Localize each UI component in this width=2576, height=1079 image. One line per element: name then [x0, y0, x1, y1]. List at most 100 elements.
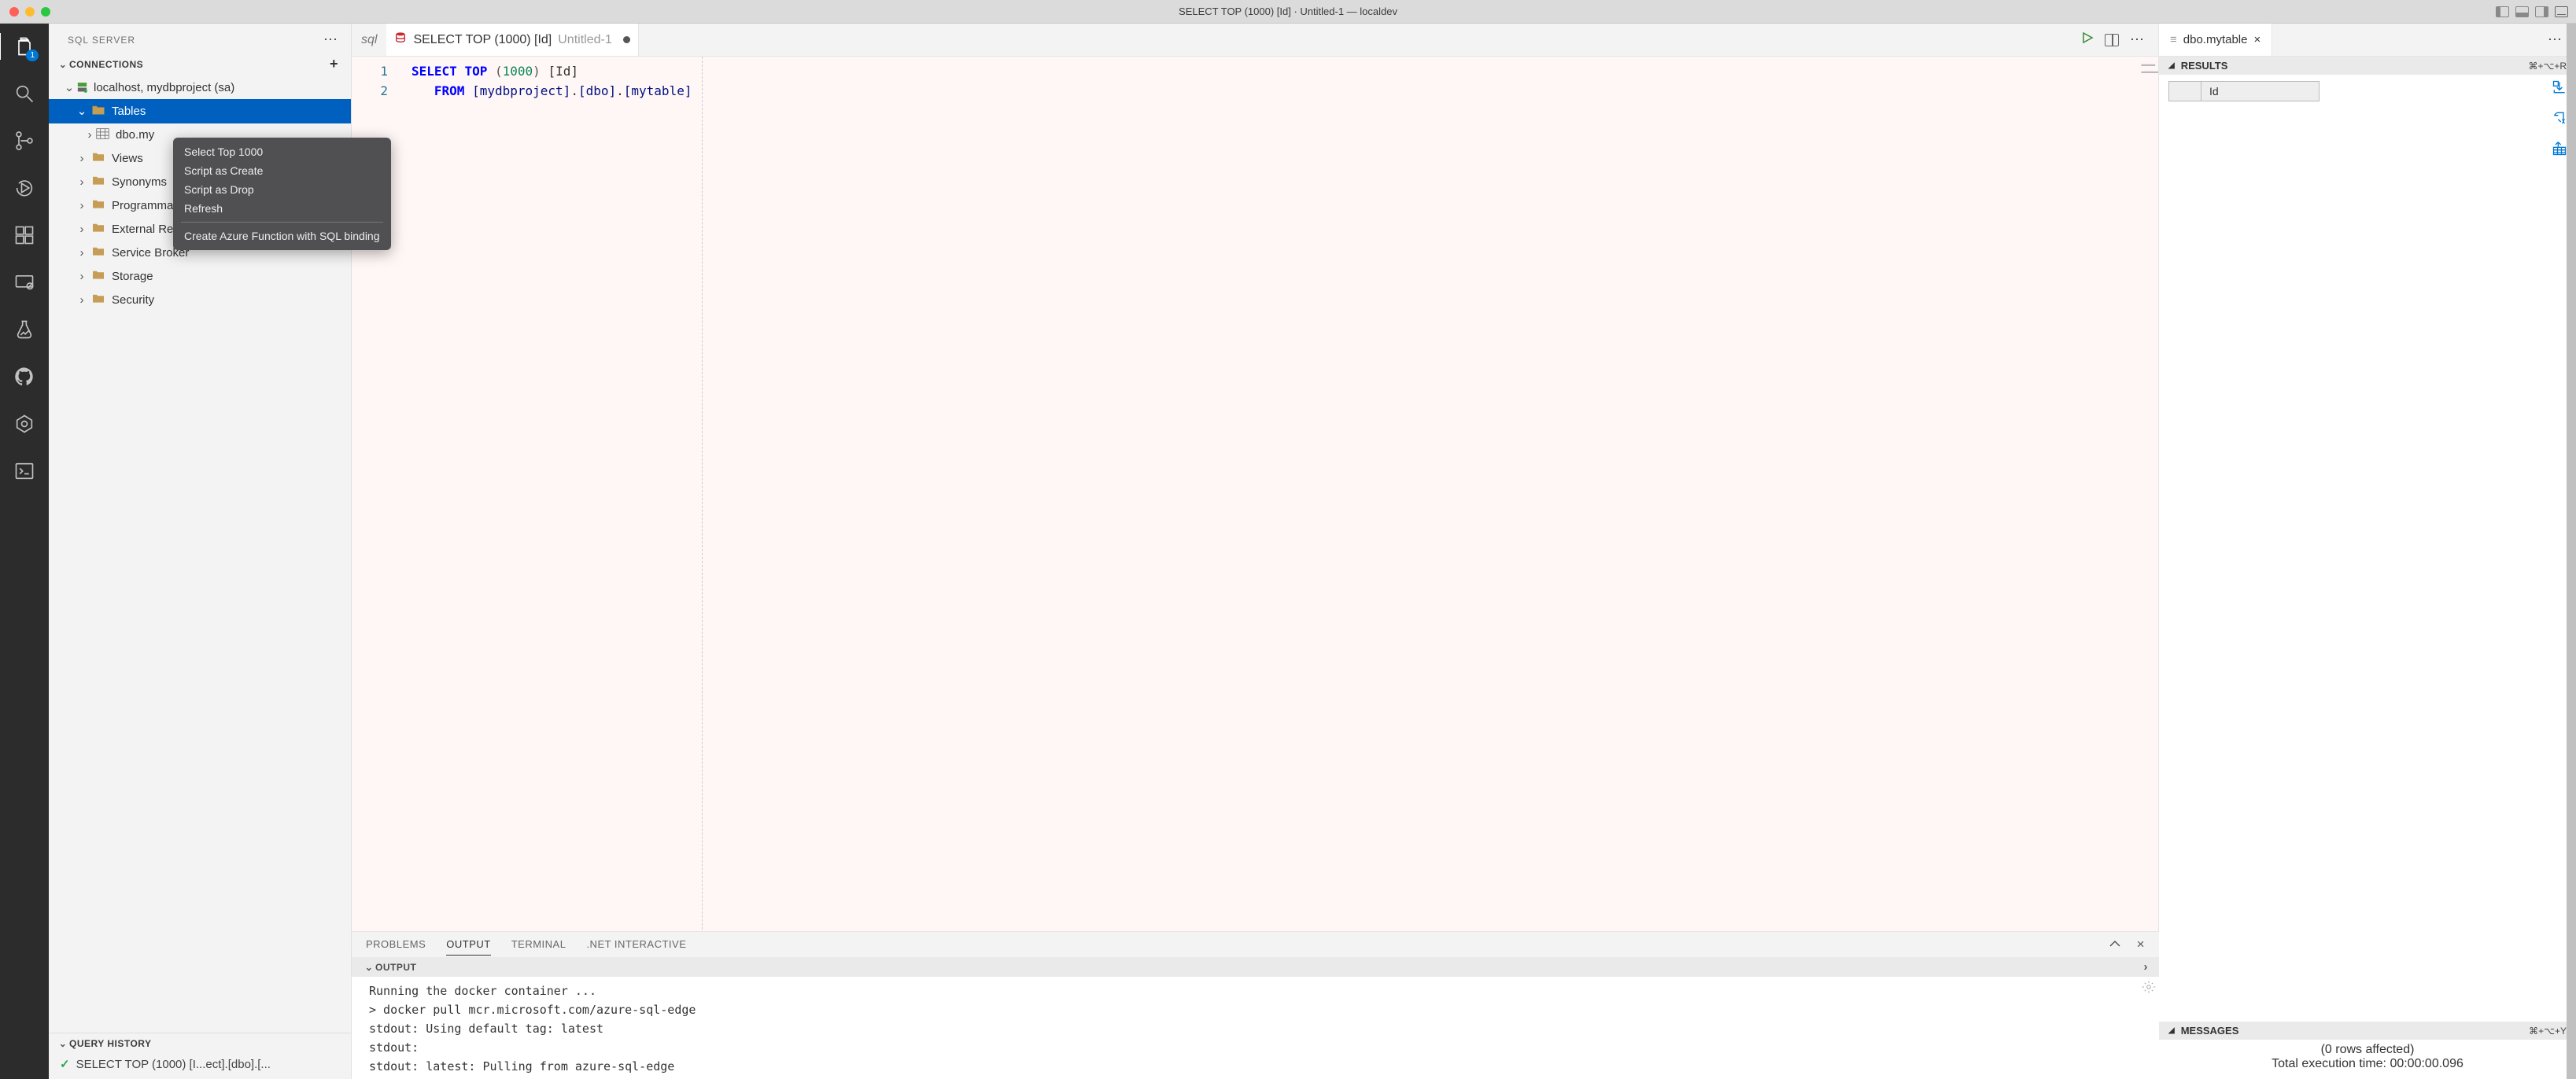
- grid-column-header[interactable]: Id: [2201, 81, 2320, 101]
- close-tab-icon[interactable]: ×: [2253, 33, 2260, 46]
- panel-tab-problems[interactable]: PROBLEMS: [366, 938, 426, 956]
- folder-icon: [91, 175, 105, 189]
- traffic-lights: [9, 7, 50, 17]
- triangle-down-icon: ◢: [2168, 1026, 2175, 1035]
- dirty-indicator: [623, 36, 630, 43]
- minimize-window-button[interactable]: [25, 7, 35, 17]
- editor-group-right: ≡ dbo.mytable × ⋯ ◢ RESULTS ⌘+⌥+R: [2159, 24, 2576, 1079]
- folder-label: Synonyms: [112, 175, 167, 189]
- gear-icon[interactable]: [2142, 980, 2156, 1000]
- folder-icon: [91, 293, 105, 307]
- github-activity[interactable]: [6, 363, 43, 390]
- context-menu-separator: [181, 222, 383, 223]
- close-window-button[interactable]: [9, 7, 19, 17]
- connection-node[interactable]: ⌄ localhost, mydbproject (sa): [49, 75, 351, 99]
- query-history-label: QUERY HISTORY: [69, 1038, 152, 1049]
- titlebar: SELECT TOP (1000) [Id] · Untitled-1 — lo…: [0, 0, 2576, 24]
- context-menu-item[interactable]: Refresh: [173, 199, 391, 218]
- results-shortcut: ⌘+⌥+R: [2528, 61, 2567, 72]
- window-title: SELECT TOP (1000) [Id] · Untitled-1 — lo…: [1179, 6, 1397, 17]
- chevron-right-icon: ›: [76, 152, 88, 165]
- panel-tab-terminal[interactable]: TERMINAL: [511, 938, 566, 956]
- context-menu-item[interactable]: Script as Drop: [173, 180, 391, 199]
- editor-group-left: sql SELECT TOP (1000) [Id] Untitled-1 ⋯: [352, 24, 2159, 1079]
- maximize-window-button[interactable]: [41, 7, 50, 17]
- list-icon: ≡: [2170, 33, 2177, 46]
- testing-activity[interactable]: [6, 316, 43, 343]
- toggle-primary-sidebar-icon[interactable]: [2496, 6, 2509, 17]
- folder-node[interactable]: ›Security: [49, 288, 351, 311]
- panel-tab-output[interactable]: OUTPUT: [446, 938, 490, 956]
- panel-close-icon[interactable]: ×: [2137, 937, 2145, 952]
- split-editor-icon[interactable]: [2105, 34, 2119, 46]
- connection-label: localhost, mydbproject (sa): [94, 81, 234, 94]
- table-icon: [96, 128, 109, 142]
- chevron-down-icon: ⌄: [363, 962, 375, 973]
- phantom-tab[interactable]: sql: [352, 33, 386, 47]
- results-scrollbar[interactable]: [2567, 24, 2576, 1079]
- editor-tabs: sql SELECT TOP (1000) [Id] Untitled-1 ⋯: [352, 24, 2158, 57]
- tab-name: SELECT TOP (1000) [Id]: [413, 33, 552, 47]
- output-line: stdout: Using default tag: latest: [369, 1019, 2142, 1038]
- query-history-item[interactable]: ✓ SELECT TOP (1000) [I...ect].[dbo].[...: [49, 1054, 351, 1079]
- context-menu-item[interactable]: Script as Create: [173, 161, 391, 180]
- line-number: 2: [352, 81, 388, 101]
- minimap[interactable]: ▬▬▬▬▬▬▬▬▬: [2141, 61, 2158, 75]
- toggle-secondary-sidebar-icon[interactable]: [2535, 6, 2548, 17]
- table-context-menu: Select Top 1000Script as CreateScript as…: [173, 138, 391, 250]
- remote-activity[interactable]: [6, 269, 43, 296]
- run-query-icon[interactable]: [2081, 31, 2094, 48]
- query-history-header[interactable]: ⌄ QUERY HISTORY: [49, 1033, 351, 1054]
- table-label: dbo.my: [116, 128, 154, 142]
- folder-icon: [91, 151, 105, 165]
- results-tab[interactable]: ≡ dbo.mytable ×: [2159, 24, 2272, 56]
- editor-tab[interactable]: SELECT TOP (1000) [Id] Untitled-1: [386, 24, 638, 56]
- context-menu-item[interactable]: Create Azure Function with SQL binding: [173, 226, 391, 245]
- output-line: > docker pull mcr.microsoft.com/azure-sq…: [369, 1000, 2142, 1019]
- kubernetes-activity[interactable]: [6, 411, 43, 437]
- source-control-activity[interactable]: [6, 127, 43, 154]
- panel-tab-dotnet[interactable]: .NET INTERACTIVE: [586, 938, 686, 956]
- explorer-activity[interactable]: 1: [6, 33, 43, 60]
- grid-corner[interactable]: [2168, 81, 2201, 101]
- output-line: stdout: latest: Pulling from azure-sql-e…: [369, 1057, 2142, 1076]
- execution-time-text: Total execution time: 00:00:00.096: [2172, 1057, 2563, 1071]
- triangle-down-icon: ◢: [2168, 61, 2175, 70]
- search-activity[interactable]: [6, 80, 43, 107]
- folder-icon: [91, 245, 105, 260]
- folder-node[interactable]: ›Storage: [49, 264, 351, 288]
- results-header[interactable]: ◢ RESULTS ⌘+⌥+R: [2159, 57, 2576, 75]
- chevron-right-icon: ›: [76, 246, 88, 260]
- chevron-right-icon: ›: [76, 293, 88, 307]
- messages-shortcut: ⌘+⌥+Y: [2529, 1026, 2567, 1037]
- panel-tabs: PROBLEMS OUTPUT TERMINAL .NET INTERACTIV…: [352, 932, 2159, 957]
- line-numbers: 1 2: [352, 57, 396, 101]
- connections-section-header[interactable]: ⌄ CONNECTIONS +: [49, 53, 351, 75]
- editor-ruler: [702, 57, 703, 1079]
- output-body[interactable]: Running the docker container ... > docke…: [352, 977, 2159, 1079]
- chevron-right-icon[interactable]: ›: [2144, 960, 2149, 974]
- add-connection-icon[interactable]: +: [325, 56, 343, 72]
- folder-label: Views: [112, 152, 143, 165]
- tables-folder[interactable]: ⌄ Tables: [49, 99, 351, 123]
- sidebar-more-icon[interactable]: ⋯: [323, 31, 338, 48]
- chevron-down-icon: ⌄: [76, 104, 88, 118]
- code-editor[interactable]: 1 2 SELECT TOP (1000) [Id]: [352, 57, 2158, 1079]
- output-header[interactable]: ⌄ OUTPUT ›: [352, 957, 2159, 977]
- extensions-activity[interactable]: [6, 222, 43, 249]
- chevron-right-icon: ›: [76, 175, 88, 189]
- chevron-right-icon: ›: [76, 270, 88, 283]
- output-line: Running the docker container ...: [369, 981, 2142, 1000]
- panel-collapse-icon[interactable]: [2109, 938, 2121, 952]
- customize-layout-icon[interactable]: [2555, 6, 2568, 17]
- messages-header[interactable]: ◢ MESSAGES ⌘+⌥+Y: [2159, 1022, 2576, 1040]
- tab-suffix: Untitled-1: [558, 33, 611, 47]
- terminal-activity[interactable]: [6, 458, 43, 484]
- debug-activity[interactable]: [6, 175, 43, 201]
- editor-more-icon[interactable]: ⋯: [2130, 31, 2146, 48]
- output-line: stdout:: [369, 1038, 2142, 1057]
- context-menu-item[interactable]: Select Top 1000: [173, 142, 391, 161]
- toggle-panel-icon[interactable]: [2515, 6, 2529, 17]
- database-icon: [394, 31, 407, 48]
- rows-affected-text: (0 rows affected): [2172, 1043, 2563, 1057]
